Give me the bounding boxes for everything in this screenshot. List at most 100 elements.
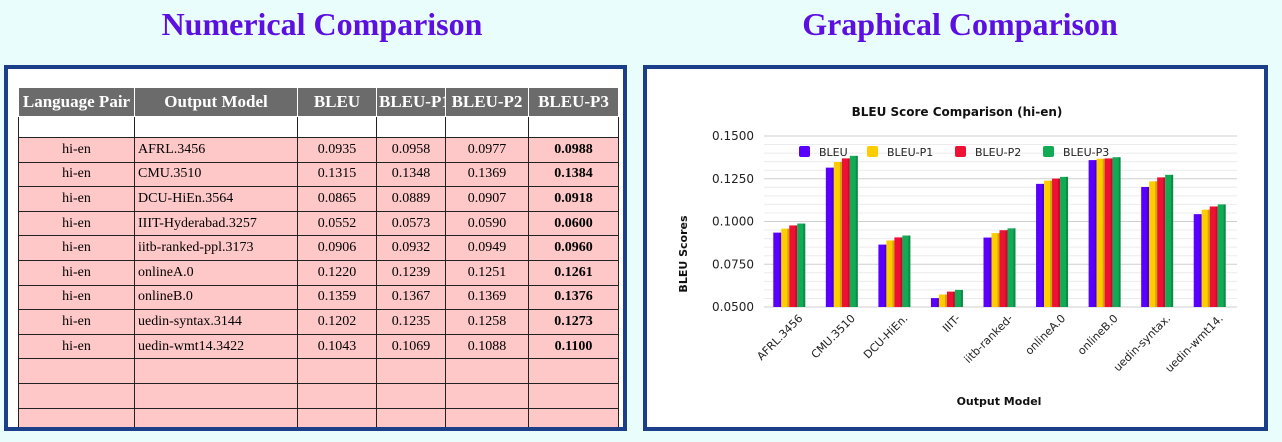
table-cell: onlineA.0 (134, 259, 298, 286)
bar-shade (1199, 214, 1202, 307)
empty-cell (18, 382, 135, 409)
chart-title: BLEU Score Comparison (hi-en) (852, 105, 1063, 119)
table-cell: 0.0865 (297, 186, 377, 212)
table-cell: 0.0573 (376, 210, 446, 237)
x-tick-label: iitb-ranked- (962, 312, 1016, 366)
bleu-comparison-table: Language Pair Output Model BLEU BLEU-P1 BLEU… (18, 87, 619, 427)
empty-cell (376, 407, 446, 427)
legend-swatch (799, 146, 810, 157)
bar-shade (936, 298, 939, 307)
x-tick-label: onlineB.0 (1075, 312, 1121, 358)
table-cell: uedin-wmt14.3422 (134, 333, 298, 360)
bar-shade (944, 294, 947, 307)
y-tick-label: 0.1250 (712, 172, 754, 186)
empty-cell (134, 407, 298, 427)
table-cell: 0.1369 (445, 284, 529, 311)
bar-shade (1094, 160, 1097, 307)
table-row: hi-en CMU.3510 0.1315 0.1348 0.1369 0.1384 (18, 161, 619, 188)
bar-shade (847, 158, 850, 307)
table-cell: 0.1239 (376, 259, 446, 286)
bar-shade (1042, 183, 1045, 307)
table-cell: 0.1359 (297, 284, 377, 311)
table-row: hi-en onlineB.0 0.1359 0.1367 0.1369 0.1376 (18, 284, 619, 311)
table-cell: 0.1202 (297, 309, 377, 335)
empty-cell (297, 407, 377, 427)
table-header-row: Language Pair Output Model BLEU BLEU-P1 BLEU… (18, 87, 619, 117)
bar-shade (831, 167, 834, 307)
table-cell: iitb-ranked-ppl.3173 (134, 235, 298, 261)
table-row: hi-en IIIT-Hyderabad.3257 0.0552 0.0573 0.05… (18, 210, 619, 237)
table-cell: hi-en (18, 333, 135, 360)
bar-shade (1147, 186, 1150, 307)
empty-cell (134, 358, 298, 384)
legend-swatch (867, 146, 878, 157)
bar-shade (1215, 206, 1218, 307)
table-cell: hi-en (18, 259, 135, 286)
bar-shade (1066, 176, 1069, 307)
table-cell: 0.0949 (445, 235, 529, 261)
table-cell: uedin-syntax.3144 (134, 309, 298, 335)
table-cell: hi-en (18, 235, 135, 261)
table-cell: hi-en (18, 137, 135, 163)
bar-shade (1102, 158, 1105, 307)
table-cell: CMU.3510 (134, 161, 298, 188)
graphical-comparison-panel: 0.0500 0.0750 0.1000 0.1250 0.1500 AFRL.3456 C… (643, 65, 1268, 431)
empty-cell (18, 116, 135, 138)
table-cell: 0.0906 (297, 235, 377, 261)
table-cell: 0.0960 (528, 235, 619, 261)
empty-cell (376, 116, 446, 138)
column-header: Output Model (134, 87, 298, 117)
bar-shade (1058, 178, 1061, 307)
table-cell: 0.0935 (297, 137, 377, 163)
empty-cell (297, 382, 377, 409)
empty-cell (18, 358, 135, 384)
y-tick-label: 0.1000 (712, 215, 754, 229)
bar-shade (1223, 204, 1226, 307)
bar-shade (952, 291, 955, 307)
empty-cell (445, 407, 529, 427)
y-tick-label: 0.0750 (712, 257, 754, 271)
column-header: BLEU-P2 (445, 87, 529, 117)
empty-cell (445, 382, 529, 409)
empty-cell (297, 116, 377, 138)
table-cell: 0.1100 (528, 333, 619, 360)
bar-shade (884, 244, 887, 307)
table-cell: 0.0918 (528, 186, 619, 212)
empty-cell (134, 382, 298, 409)
column-header: BLEU-P3 (528, 87, 619, 117)
table-cell: 0.1069 (376, 333, 446, 360)
table-cell: hi-en (18, 186, 135, 212)
empty-cell (528, 116, 619, 138)
bar-shade (1013, 228, 1016, 307)
table-cell: 0.0988 (528, 137, 619, 163)
graphical-comparison-heading: Graphical Comparison (802, 6, 1118, 42)
numerical-comparison-panel: Language Pair Output Model BLEU BLEU-P1 BLEU… (4, 65, 627, 431)
bar-shade (1118, 157, 1121, 307)
table-cell: hi-en (18, 309, 135, 335)
table-row (18, 358, 619, 384)
bar-shade (1163, 177, 1166, 307)
table-row: hi-en iitb-ranked-ppl.3173 0.0906 0.0932 0.0… (18, 235, 619, 261)
table-row: hi-en DCU-HiEn.3564 0.0865 0.0889 0.0907 0.09… (18, 186, 619, 212)
empty-cell (528, 382, 619, 409)
table-cell: 0.1088 (445, 333, 529, 360)
table-cell: 0.1315 (297, 161, 377, 188)
bar-shade (1155, 181, 1158, 307)
table-cell: 0.1273 (528, 309, 619, 335)
table-cell: 0.1384 (528, 161, 619, 188)
table-cell: 0.0552 (297, 210, 377, 237)
y-tick-label: 0.1500 (712, 129, 754, 143)
empty-cell (528, 407, 619, 427)
bar-shade (787, 228, 790, 307)
table-cell: 0.1376 (528, 284, 619, 311)
bar-shade (855, 155, 858, 307)
y-axis-label: BLEU Scores (677, 215, 690, 293)
bar-shade (900, 237, 903, 307)
empty-cell (376, 382, 446, 409)
table-row (18, 382, 619, 409)
table-cell: 0.1261 (528, 259, 619, 286)
bar-shade (1207, 209, 1210, 307)
table-cell: 0.0977 (445, 137, 529, 163)
legend-label: BLEU-P3 (1063, 146, 1109, 159)
table-spacer-row (18, 116, 619, 138)
